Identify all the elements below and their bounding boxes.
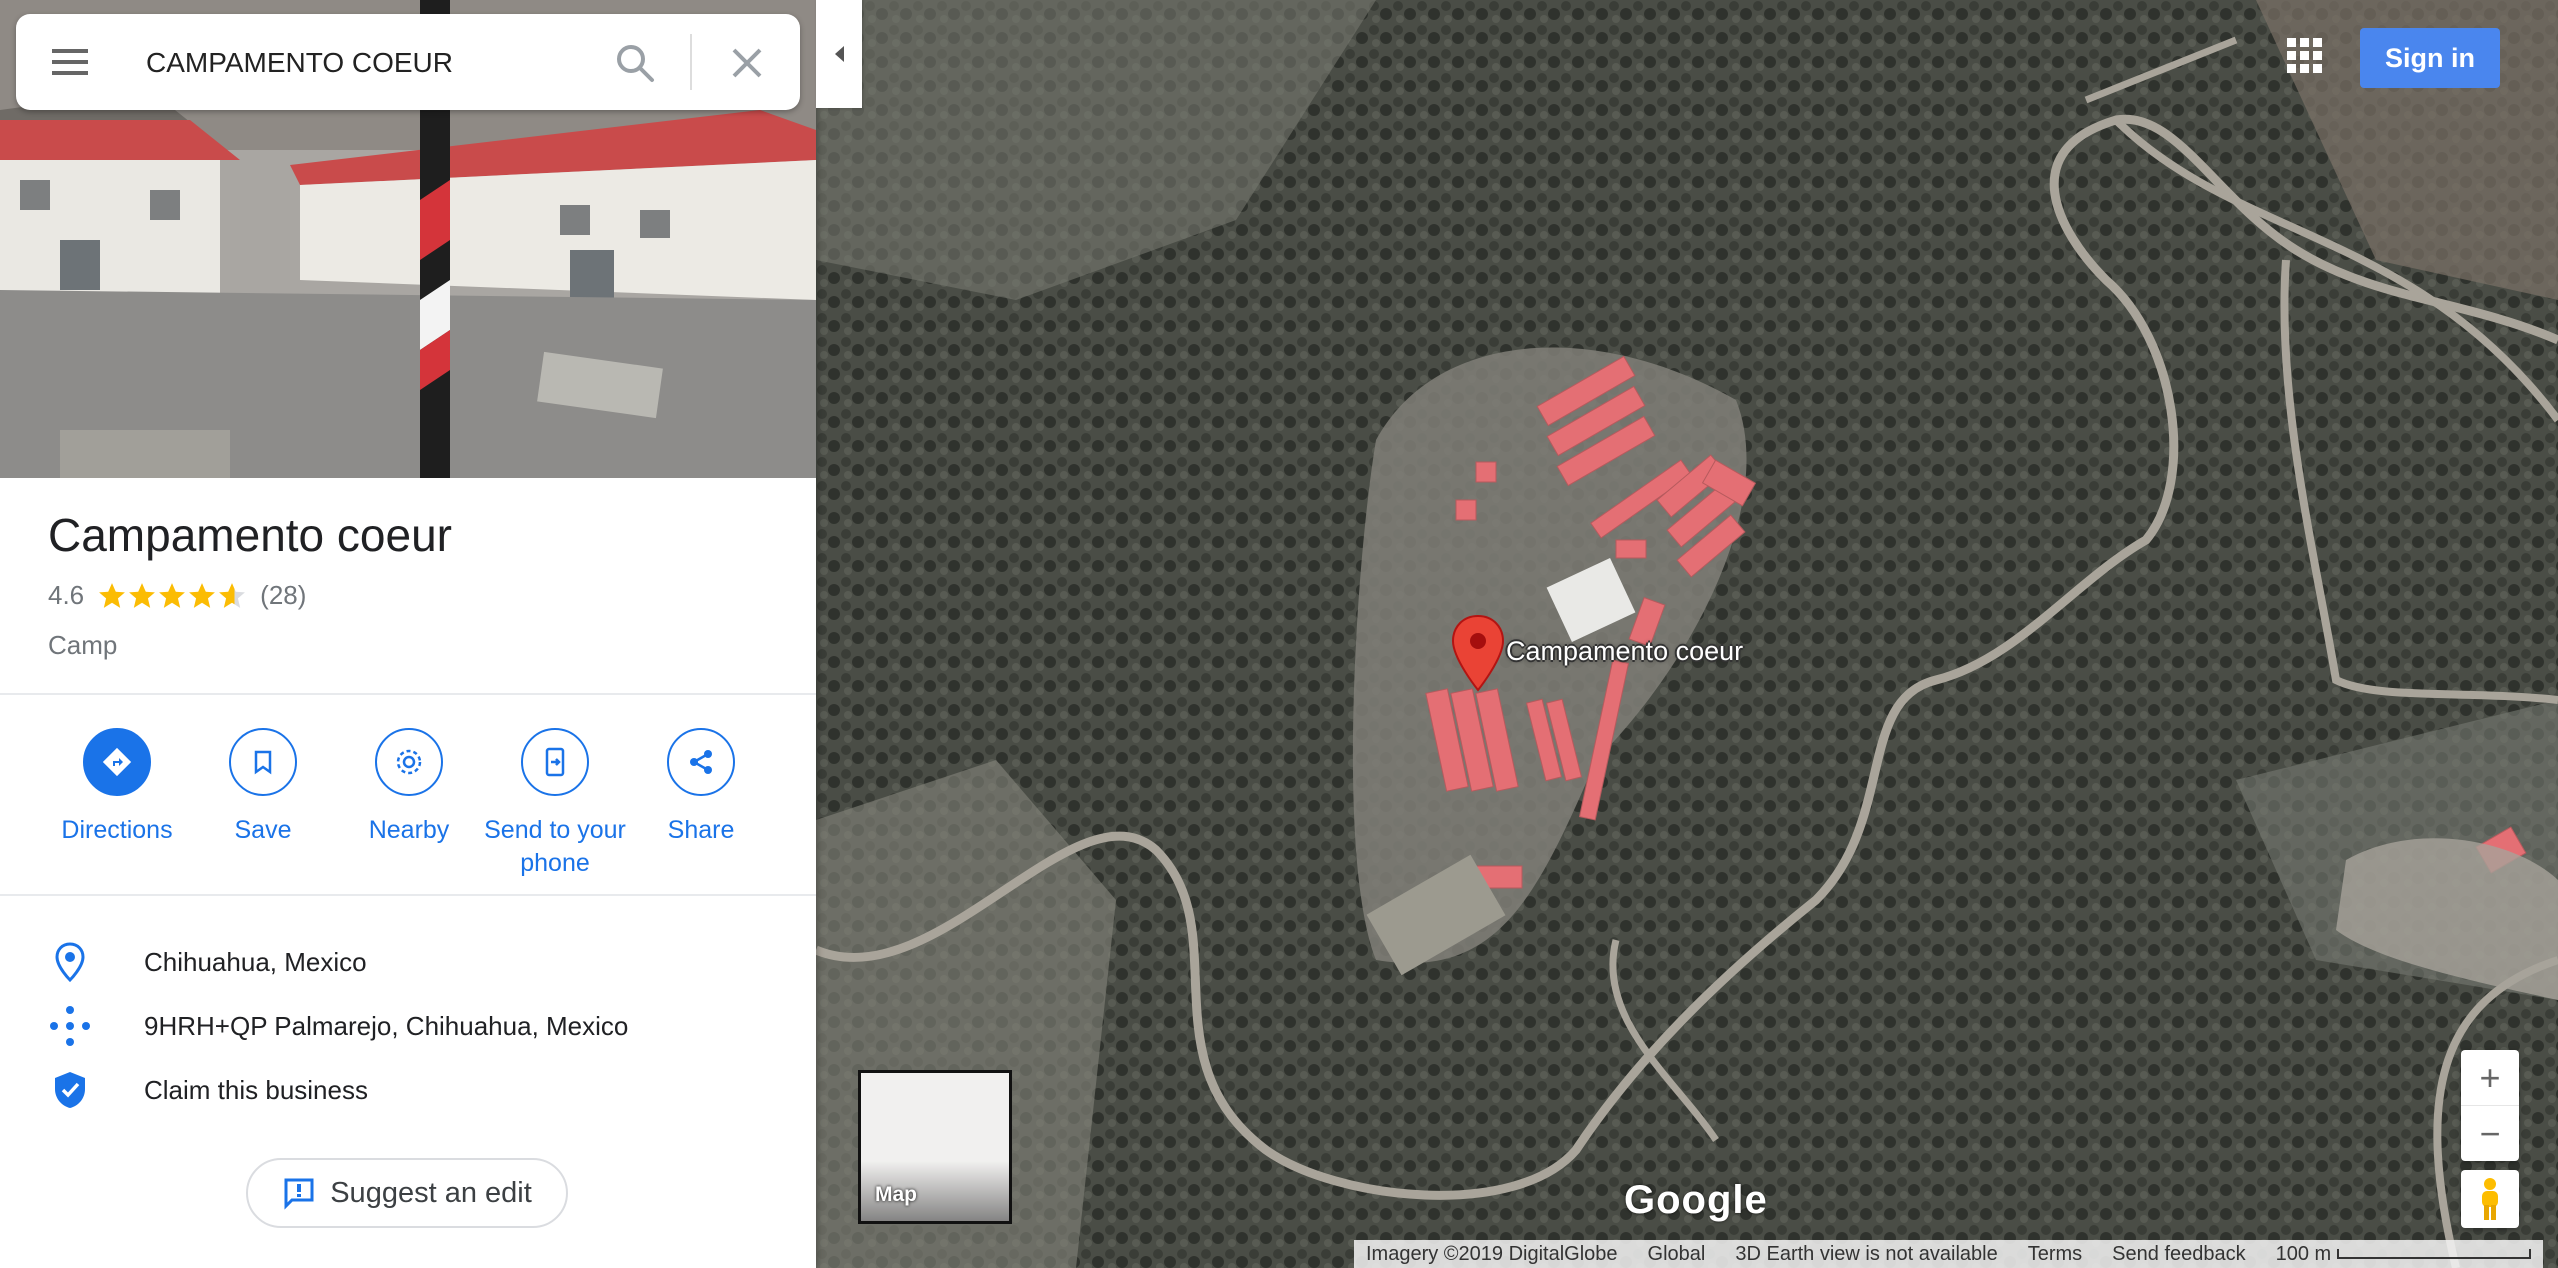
plus-code-row[interactable]: 9HRH+QP Palmarejo, Chihuahua, Mexico [0, 998, 816, 1054]
location-pin-icon [48, 940, 92, 984]
directions-label: Directions [61, 816, 173, 844]
street-view-pegman[interactable] [2461, 1170, 2519, 1228]
star-rating[interactable] [98, 582, 246, 610]
send-to-phone-button[interactable]: Send to your phone [482, 728, 628, 880]
imagery-credit: Imagery ©2019 DigitalGlobe [1366, 1242, 1618, 1265]
suggest-edit-label: Suggest an edit [330, 1176, 532, 1209]
apps-grid-icon [2287, 38, 2322, 73]
star-icon [129, 582, 156, 608]
claim-business-text: Claim this business [144, 1074, 368, 1105]
send-to-phone-icon [545, 747, 565, 777]
save-label: Save [234, 816, 292, 844]
map-footer: Imagery ©2019 DigitalGlobe Global 3D Ear… [1354, 1240, 2544, 1268]
scale-indicator[interactable]: 100 m [2276, 1243, 2532, 1266]
nearby-label: Nearby [368, 816, 450, 844]
search-input[interactable] [144, 38, 588, 88]
caret-left-icon [835, 46, 844, 62]
save-button[interactable]: Save [190, 728, 336, 880]
zoom-controls: + − [2461, 1050, 2519, 1161]
map-place-label[interactable]: Campamento coeur [1506, 636, 1743, 667]
place-marker-icon[interactable] [1450, 614, 1506, 694]
hamburger-menu-icon[interactable] [48, 40, 92, 84]
map-layer-label: Map [875, 1183, 917, 1206]
directions-button[interactable]: Directions [44, 728, 190, 880]
send-to-phone-label: Send to your phone [484, 816, 626, 877]
search-icon[interactable] [612, 40, 658, 86]
scale-label: 100 m [2275, 1242, 2332, 1265]
zoom-in-button[interactable]: + [2461, 1050, 2519, 1105]
star-icon [159, 582, 186, 608]
address-row[interactable]: Chihuahua, Mexico [0, 934, 816, 990]
suggest-edit-button[interactable]: Suggest an edit [246, 1158, 568, 1228]
section-divider [0, 693, 816, 695]
satellite-map[interactable]: Campamento coeur Sign in Map + − Google … [816, 0, 2558, 1268]
global-link[interactable]: Global [1648, 1243, 1706, 1266]
map-layer-toggle[interactable]: Map [858, 1070, 1012, 1224]
search-box [16, 14, 800, 110]
sign-in-button[interactable]: Sign in [2360, 28, 2500, 88]
share-button[interactable]: Share [628, 728, 774, 880]
plus-code-text: 9HRH+QP Palmarejo, Chihuahua, Mexico [144, 1010, 629, 1041]
share-circle [667, 728, 735, 796]
close-icon[interactable] [724, 40, 770, 86]
search-divider [690, 34, 692, 90]
address-text: Chihuahua, Mexico [144, 946, 367, 977]
verified-shield-icon [48, 1068, 92, 1112]
zoom-out-button[interactable]: − [2461, 1105, 2519, 1161]
star-icon [99, 582, 126, 608]
terms-link[interactable]: Terms [2028, 1243, 2082, 1266]
directions-circle [83, 728, 151, 796]
satellite-imagery [816, 0, 2558, 1268]
save-circle [229, 728, 297, 796]
place-category[interactable]: Camp [48, 630, 117, 661]
share-label: Share [667, 816, 735, 844]
scale-bar [2337, 1249, 2532, 1260]
nearby-circle [375, 728, 443, 796]
share-icon [690, 750, 712, 774]
rating-value: 4.6 [48, 580, 85, 610]
earth-view-notice: 3D Earth view is not available [1735, 1242, 1998, 1265]
pegman-icon [2482, 1178, 2498, 1220]
review-count[interactable]: (28) [260, 580, 306, 611]
place-title: Campamento coeur [48, 509, 452, 561]
plus-code-icon [48, 1004, 92, 1048]
send-feedback-link[interactable]: Send feedback [2112, 1243, 2245, 1266]
collapse-panel-button[interactable] [816, 0, 862, 108]
star-icon [219, 582, 246, 608]
star-icon [189, 582, 216, 608]
nearby-icon [396, 749, 422, 775]
google-apps-button[interactable] [2281, 26, 2329, 86]
claim-business-row[interactable]: Claim this business [0, 1062, 816, 1118]
send-to-phone-circle [521, 728, 589, 796]
rating-row: 4.6 (28) [48, 580, 306, 611]
nearby-button[interactable]: Nearby [336, 728, 482, 880]
action-buttons: Directions Save Nearby Send to your phon… [0, 728, 816, 880]
place-side-panel: Campamento coeur 4.6 (28) Camp Direction… [0, 0, 816, 1268]
google-logo: Google [1624, 1178, 1768, 1222]
feedback-icon [284, 1178, 314, 1210]
section-divider [0, 894, 816, 896]
directions-icon [102, 747, 132, 777]
bookmark-icon [254, 750, 272, 775]
